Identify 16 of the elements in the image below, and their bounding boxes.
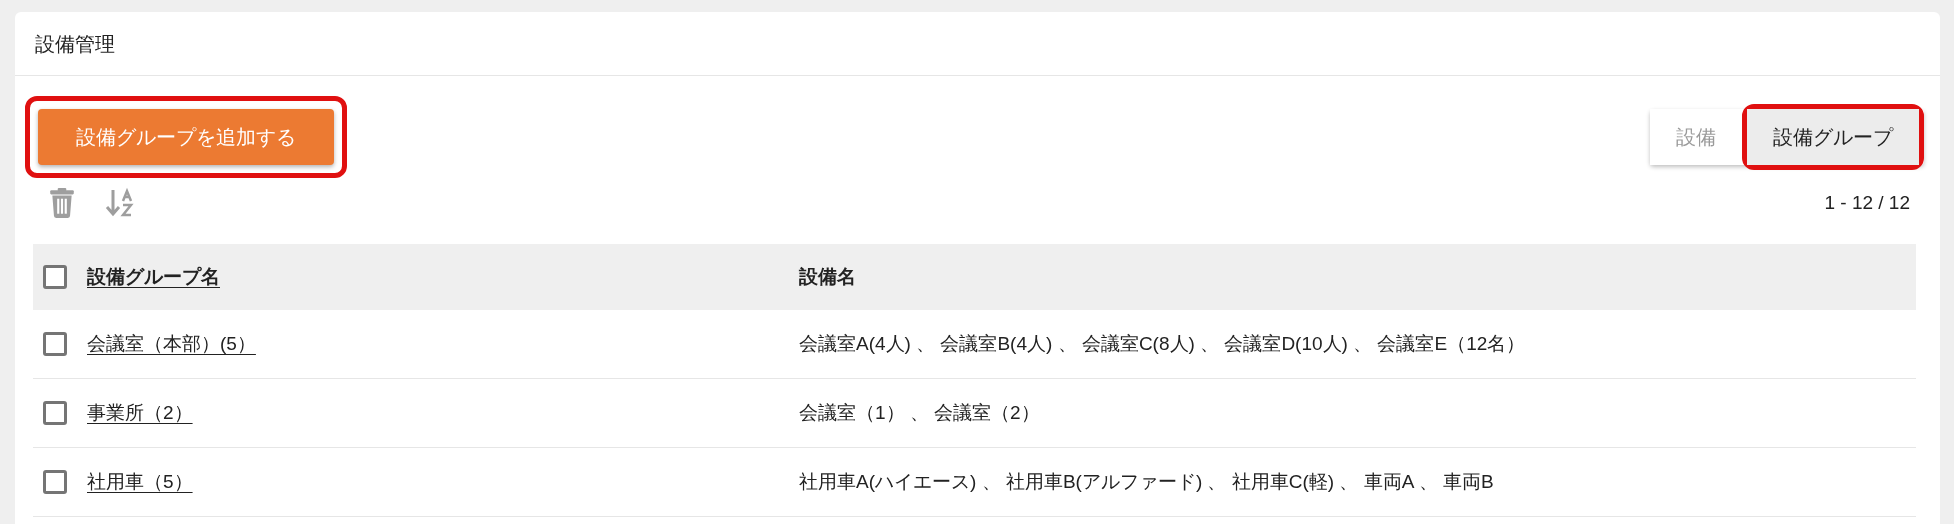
group-link[interactable]: 会議室（本部）(5） (87, 329, 256, 359)
checkbox[interactable] (43, 401, 67, 425)
trash-icon[interactable] (49, 188, 75, 218)
column-header: 設備名 (799, 264, 856, 289)
view-toggle-button[interactable]: 設備グループ (1747, 109, 1919, 165)
checkbox[interactable] (43, 470, 67, 494)
checkbox[interactable] (43, 265, 67, 289)
table-cell-text: 会議室A(4人) 、 会議室B(4人) 、 会議室C(8人) 、 会議室D(10人) 、 会議室E（12名） (799, 331, 1526, 356)
table-cell-text: 社用車A(ハイエース) 、 社用車B(アルファード) 、 社用車C(軽) 、 車両A 、 車両B (799, 469, 1494, 494)
card-title: 設備管理 (35, 31, 115, 57)
column-header[interactable]: 設備グループ名 (87, 262, 220, 292)
checkbox[interactable] (43, 332, 67, 356)
group-link[interactable]: 社用車（5） (87, 467, 193, 497)
table-cell-text: 会議室（1） 、 会議室（2） (799, 400, 1040, 425)
group-link[interactable]: 事業所（2） (87, 398, 193, 428)
pagination-text: 1 - 12 / 12 (1824, 190, 1911, 215)
